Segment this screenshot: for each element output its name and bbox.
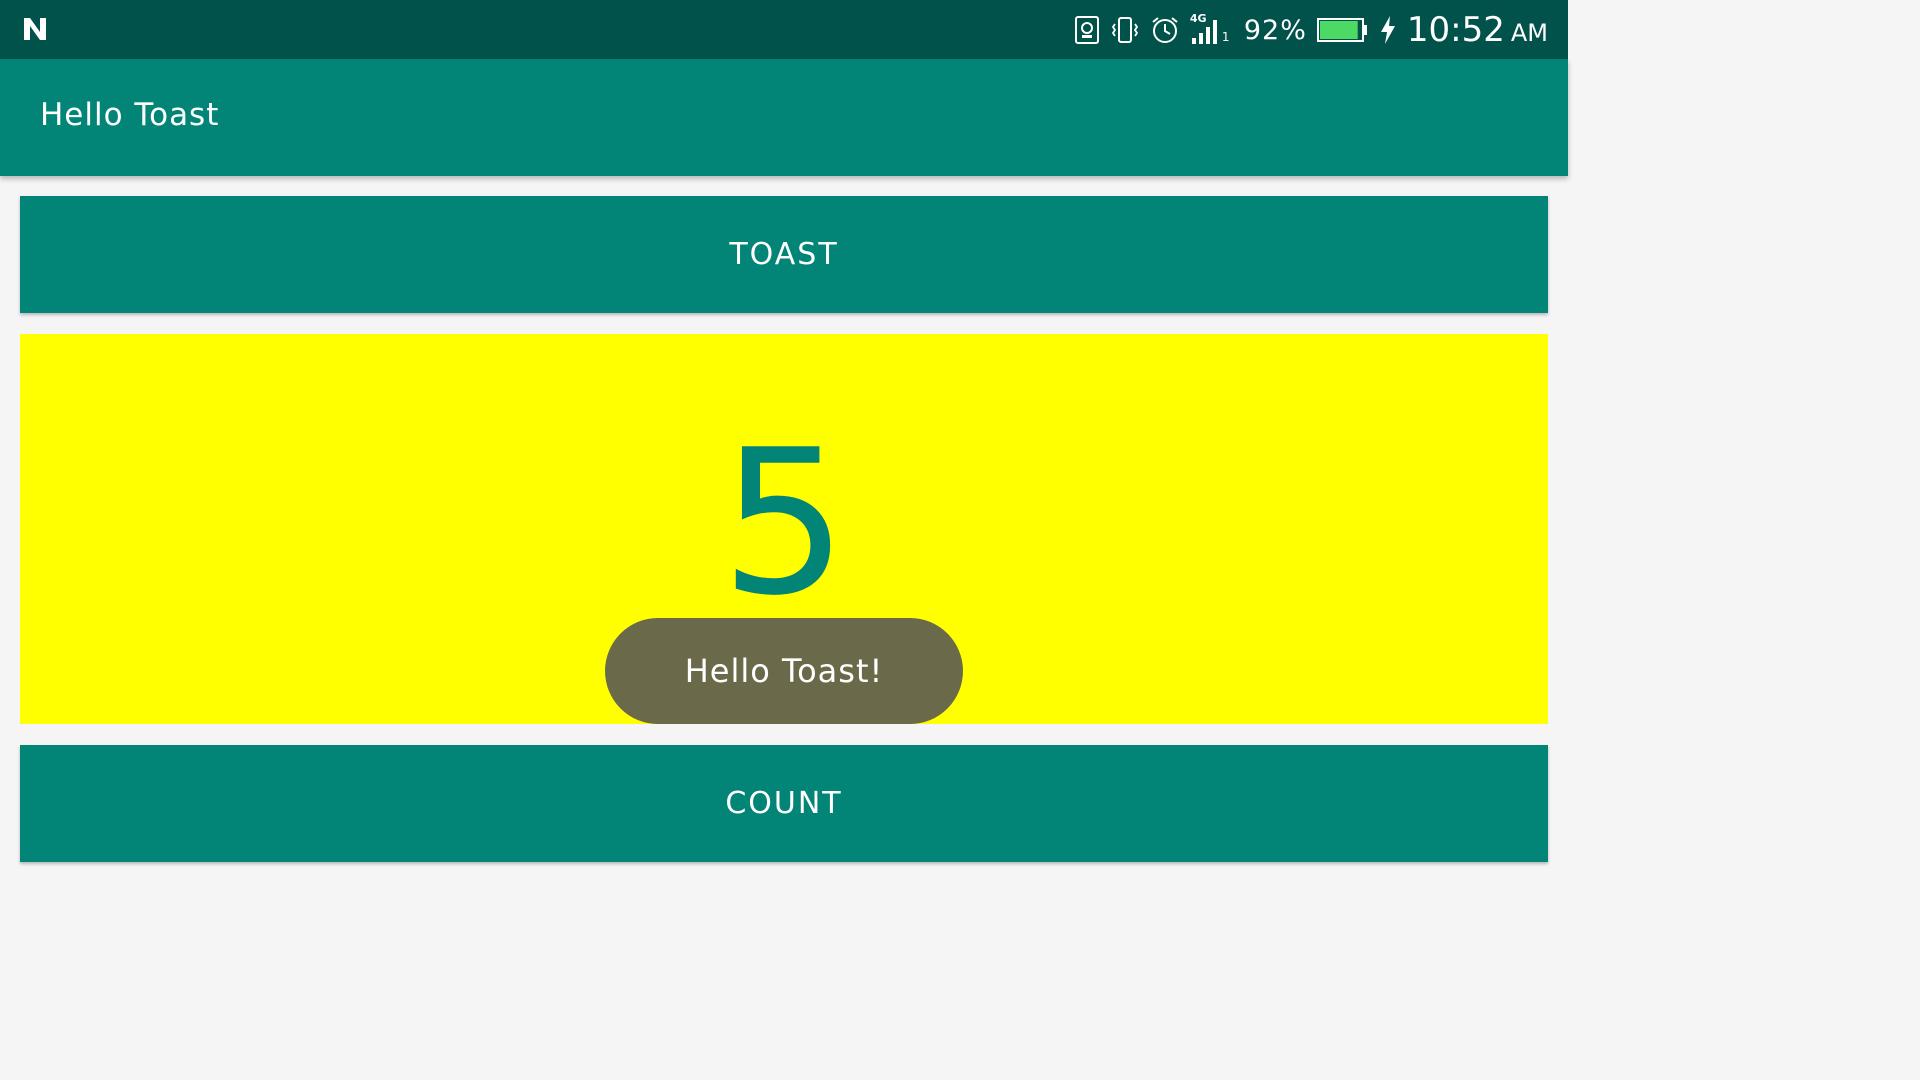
app-bar: Hello Toast (0, 59, 1568, 176)
count-button[interactable]: COUNT (20, 745, 1548, 862)
toast-message: Hello Toast! (605, 618, 963, 724)
clock-ampm: AM (1510, 19, 1548, 47)
sim-slot-label: 1 (1221, 30, 1230, 44)
battery-fill (1319, 21, 1358, 39)
status-icons: 4G 1 92% 10:52 AM (1074, 8, 1548, 52)
alarm-icon (1150, 15, 1180, 45)
clock-time: 10:52 (1406, 10, 1505, 50)
battery-percent: 92% (1243, 14, 1307, 46)
notification-n-icon (20, 14, 50, 44)
signal-icon: 4G 1 (1190, 12, 1234, 46)
app-title: Hello Toast (40, 97, 220, 133)
vibrate-icon (1110, 15, 1140, 45)
status-bar: 4G 1 92% 10:52 AM (0, 0, 1568, 59)
charging-icon (1379, 15, 1397, 45)
battery-icon (1316, 17, 1369, 43)
count-value: 5 (720, 407, 848, 640)
toast-button[interactable]: TOAST (20, 196, 1548, 313)
clock: 10:52 AM (1407, 10, 1548, 50)
screenshot-icon (1074, 15, 1100, 45)
